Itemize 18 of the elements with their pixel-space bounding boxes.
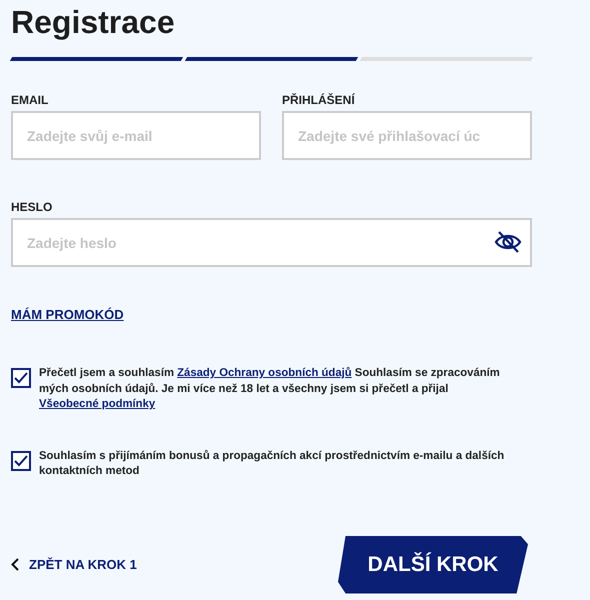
input-field[interactable]: Zadejte heslo xyxy=(11,218,532,267)
consent-text: Souhlasím s přijímáním bonusů a propagačních akcí prostřednictvím e-mailu a dalších kontaktních metod xyxy=(39,448,506,479)
terms-link[interactable]: Zásady Ochrany osobních údajů xyxy=(177,367,352,379)
input-field[interactable]: Zadejte svůj e-mail xyxy=(11,111,261,160)
chevron-left-icon xyxy=(11,558,19,571)
field-label: HESLO xyxy=(11,200,52,214)
next-step-button[interactable]: DALŠÍ KROK xyxy=(338,536,528,594)
promo-code-link[interactable]: MÁM PROMOKÓD xyxy=(11,307,124,322)
checkbox[interactable] xyxy=(11,368,31,388)
page-title: Registrace xyxy=(11,3,175,42)
field-label: PŘIHLÁŠENÍ xyxy=(282,93,355,107)
input-field[interactable]: Zadejte své přihlašovací úc xyxy=(282,111,532,160)
back-link[interactable]: ZPĚT NA KROK 1 xyxy=(11,557,137,572)
field-label: EMAIL xyxy=(11,93,48,107)
hide-password-icon[interactable] xyxy=(494,231,522,253)
consent-text: Přečetl jsem a souhlasím Zásady Ochrany osobních údajů Souhlasím se zpracováním mých osobních údajů. Je mi více než 18 let a všechny jsem si přečetl a přijal Všeobecné podmínky xyxy=(39,366,501,412)
checkbox[interactable] xyxy=(11,450,31,470)
terms-link[interactable]: Všeobecné podmínky xyxy=(39,398,156,410)
